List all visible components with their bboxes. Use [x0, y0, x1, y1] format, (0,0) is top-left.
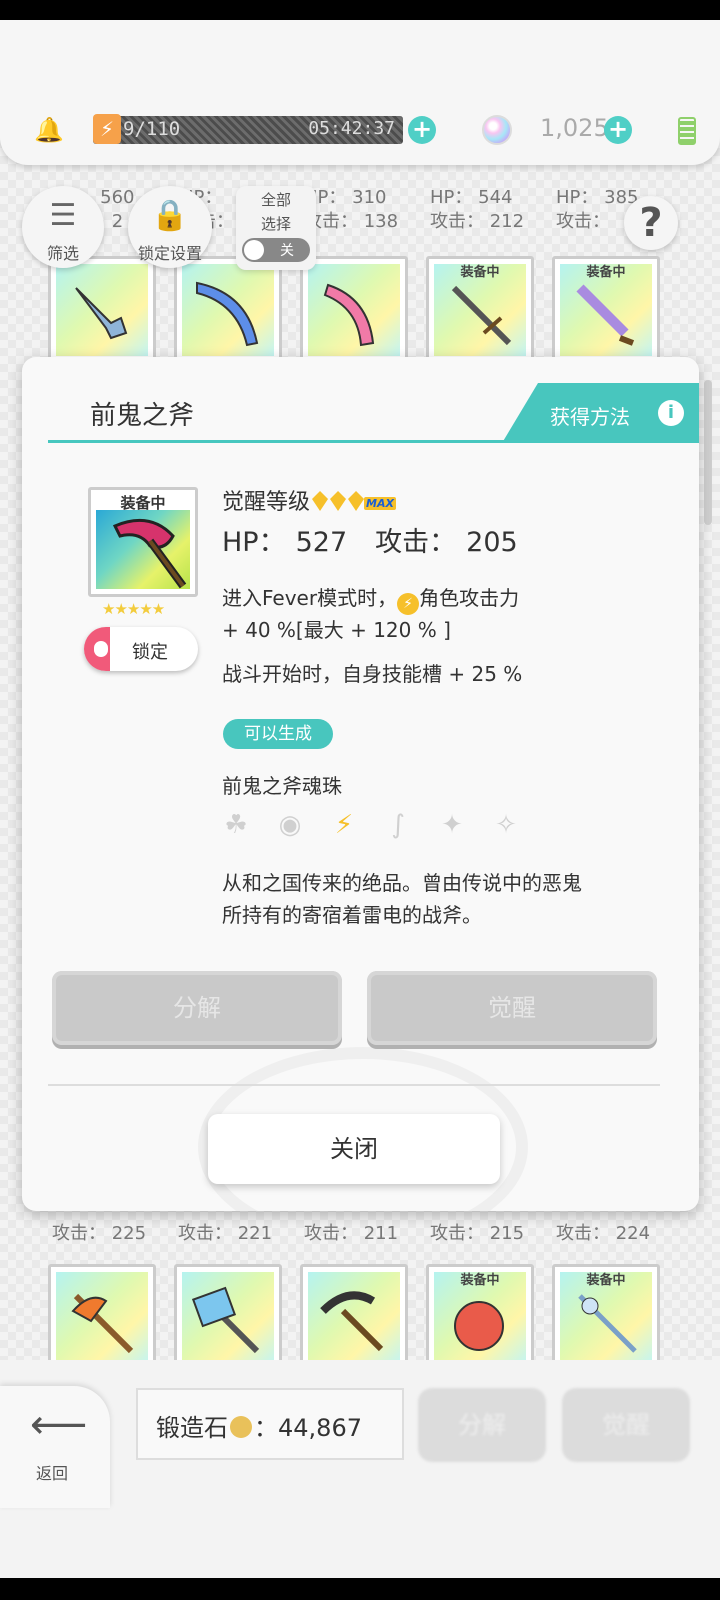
forge-stone-counter: 锻造石 ：44,867 [136, 1388, 404, 1460]
item-image-card: 装备中 [88, 487, 198, 597]
awaken-gem-icon [312, 491, 329, 511]
add-stamina-button[interactable]: + [408, 116, 436, 144]
weapon-card[interactable] [174, 1264, 282, 1372]
navigation-bar [0, 1578, 720, 1600]
card-stat: 攻击： 225 [52, 1223, 147, 1244]
card-stat: 攻击： 224 [556, 1223, 651, 1244]
title-divider [48, 440, 660, 443]
decompose-button[interactable]: 分解 [52, 971, 342, 1045]
battery-icon [678, 117, 696, 145]
awaken-gem-icon [348, 491, 365, 511]
effect-1: 进入Fever模式时， ⚡ 角色攻击力 + 40 %[最大 + 120 % ] [222, 586, 520, 642]
info-icon: i [658, 400, 684, 426]
card-stat: HP： 544 攻击： 212 [430, 187, 525, 232]
light-element-icon: ✦ [441, 810, 463, 840]
weapon-card[interactable] [300, 256, 408, 364]
effect-2: 战斗开始时，自身技能槽 + 25 % [222, 662, 523, 686]
circle-element-icon: ◉ [278, 810, 302, 840]
close-button[interactable]: 关闭 [208, 1114, 500, 1184]
bell-icon[interactable]: 🔔 [34, 116, 64, 144]
item-detail-modal: 前鬼之斧 获得方法 i 装备中 ★★★★★ 锁定 觉醒等级 MAX HP： 527 攻… [22, 357, 699, 1211]
weapon-card[interactable]: 装备中 [426, 1264, 534, 1372]
weapon-card[interactable] [48, 1264, 156, 1372]
select-all-toggle[interactable]: 关 [242, 238, 310, 262]
scimitar-icon [196, 281, 259, 347]
awaken-gem-icon [330, 491, 347, 511]
max-tag: MAX [364, 497, 396, 510]
axe-weapon-icon [112, 518, 187, 589]
add-gem-button[interactable]: + [604, 116, 632, 144]
dark-element-icon: ✧ [495, 810, 517, 840]
dagger-icon [75, 287, 128, 340]
awaken-button[interactable]: 觉醒 [367, 971, 657, 1045]
lock-settings-button[interactable]: 🔒 锁定设置 [128, 186, 212, 268]
lock-toggle-button[interactable]: 锁定 [84, 627, 198, 671]
weapon-card[interactable]: 装备中 [552, 1264, 660, 1372]
select-all-label: 选择 [260, 215, 291, 233]
lightning-element-icon: ⚡ [334, 810, 354, 840]
gem-count: 1,025 [540, 114, 609, 142]
wind-element-icon: ∫ [391, 810, 405, 840]
obtain-method-button[interactable]: 获得方法 i [502, 383, 699, 443]
water-element-icon: ☘ [224, 810, 248, 840]
filter-icon: ☰ [49, 198, 77, 233]
weapon-card[interactable] [48, 256, 156, 364]
forge-stone-value: 44,867 [278, 1414, 362, 1442]
stamina-value: 9/110 [123, 118, 181, 140]
can-generate-badge: 可以生成 [223, 719, 333, 749]
back-button[interactable]: ⟵ 返回 [0, 1386, 110, 1508]
select-all-toggle-panel: 全部 选择 关 [236, 186, 316, 270]
lightning-icon: ⚡ [397, 593, 420, 615]
gem-icon [482, 115, 512, 145]
weapon-card[interactable]: 装备中 [552, 256, 660, 364]
blade-icon [323, 283, 375, 347]
pickaxe-icon [320, 1291, 384, 1352]
back-arrow-icon: ⟵ [30, 1402, 88, 1448]
card-stat: HP： 310 攻击： 138 [304, 187, 399, 232]
lock-icon: 🔒 [151, 198, 189, 233]
select-all-label: 全部 [260, 191, 291, 209]
sword-icon [576, 284, 635, 346]
modal-title: 前鬼之斧 [90, 401, 195, 431]
weapon-card[interactable] [174, 256, 282, 364]
card-stat: 攻击： 221 [178, 1223, 273, 1244]
item-stats: HP： 527 攻击： 205 [222, 527, 518, 558]
stamina-icon: ⚡ [93, 114, 121, 144]
forge-stone-label: 锻造石 [156, 1414, 228, 1442]
bottom-awaken-button[interactable]: 觉醒 [562, 1388, 690, 1462]
bottom-decompose-button[interactable]: 分解 [418, 1388, 546, 1462]
trident-icon [451, 285, 512, 346]
lock-toggle-icon [84, 627, 110, 671]
weapon-card[interactable]: 装备中 [426, 256, 534, 364]
hammer-icon [191, 1286, 260, 1354]
scrollbar[interactable] [704, 380, 712, 525]
soul-orb-name: 前鬼之斧魂珠 [222, 774, 342, 798]
claw-icon [454, 1301, 504, 1351]
rarity-stars: ★★★★★ [102, 600, 165, 618]
spear-icon [578, 1294, 637, 1353]
forge-stone-icon [230, 1416, 252, 1438]
card-stat: 攻击： 215 [430, 1223, 525, 1244]
filter-button[interactable]: ☰ 筛选 [22, 186, 104, 268]
axe-icon [71, 1293, 134, 1354]
bottom-divider [48, 1084, 660, 1086]
stamina-bar: ⚡ 9/110 05:42:37 [93, 114, 403, 144]
card-stat: 攻击： 211 [304, 1223, 399, 1244]
status-bar [0, 0, 720, 20]
weapon-card[interactable] [300, 1264, 408, 1372]
item-description: 从和之国传来的绝品。曾由传说中的恶鬼 所持有的寄宿着雷电的战斧。 [222, 871, 582, 927]
awaken-level: 觉醒等级 MAX [222, 490, 396, 515]
stamina-timer: 05:42:37 [308, 118, 395, 139]
help-button[interactable]: ? [624, 196, 678, 250]
element-icons: ☘ ◉ ⚡ ∫ ✦ ✧ [220, 809, 540, 845]
